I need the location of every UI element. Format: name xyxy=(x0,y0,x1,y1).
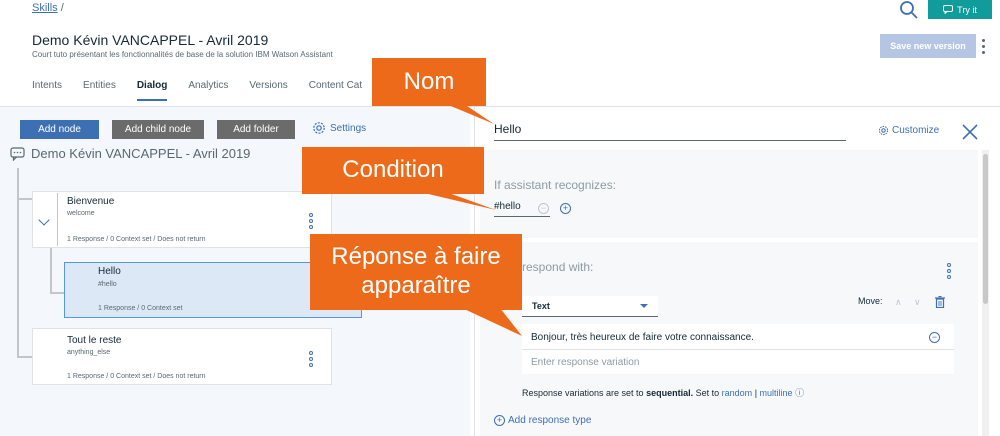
trash-icon[interactable] xyxy=(935,296,945,308)
move-label: Move: xyxy=(858,296,883,306)
close-editor-button[interactable] xyxy=(960,122,980,142)
tab-versions[interactable]: Versions xyxy=(249,80,287,101)
node-title: Bienvenue xyxy=(67,196,115,207)
add-folder-button[interactable]: Add folder xyxy=(217,120,295,139)
node-meta: 1 Response / 0 Context set xyxy=(98,305,183,312)
response-type-value: Text xyxy=(532,301,550,311)
breadcrumb-separator: / xyxy=(60,2,64,14)
condition-section xyxy=(480,150,978,238)
callout-nom: Nom xyxy=(372,58,486,106)
move-up-icon[interactable]: ∧ xyxy=(895,297,902,308)
node-condition: welcome xyxy=(67,210,95,217)
search-icon xyxy=(900,1,918,19)
gear-icon xyxy=(878,125,889,136)
add-icon: + xyxy=(494,415,505,426)
add-node-button[interactable]: Add node xyxy=(20,120,99,139)
settings-label: Settings xyxy=(330,122,367,134)
callout-reponse-line1: Réponse à faire xyxy=(331,243,501,271)
node-menu-icon[interactable] xyxy=(308,351,314,367)
node-meta: 1 Response / 0 Context set / Does not re… xyxy=(67,236,206,243)
info-icon[interactable]: ⓘ xyxy=(795,388,804,398)
skill-title: Demo Kévin VANCAPPEL - Avril 2019 xyxy=(10,146,250,161)
variation-note: Response variations are set to sequentia… xyxy=(522,386,804,399)
variation-random-link[interactable]: random xyxy=(722,388,753,398)
chat-icon xyxy=(943,5,954,14)
callout-reponse-line2: apparaître xyxy=(361,272,471,299)
node-condition: anything_else xyxy=(67,349,111,356)
node-title: Hello xyxy=(98,266,121,277)
add-condition-icon[interactable]: + xyxy=(560,203,571,214)
response-menu-icon[interactable] xyxy=(946,263,952,279)
node-name-input[interactable]: Hello xyxy=(494,121,846,141)
new-response-variation-input[interactable]: Enter response variation xyxy=(531,357,639,368)
response-variation-input[interactable]: Bonjour, très heureux de faire votre con… xyxy=(531,332,754,343)
tree-connector xyxy=(50,246,52,294)
callout-reponse: Réponse à faire apparaître xyxy=(310,234,522,310)
tree-connector xyxy=(17,168,19,358)
editor-scrollbar[interactable] xyxy=(982,150,989,436)
settings-button[interactable]: Settings xyxy=(312,121,366,135)
node-meta: 1 Response / 0 Context set / Does not re… xyxy=(67,373,206,380)
response-divider xyxy=(522,349,954,350)
move-down-icon[interactable]: ∨ xyxy=(914,297,921,308)
add-child-node-button[interactable]: Add child node xyxy=(112,120,204,139)
tab-bar: Intents Entities Dialog Analytics Versio… xyxy=(32,80,383,101)
condition-input[interactable]: #hello xyxy=(494,201,521,212)
tree-connector xyxy=(17,356,33,358)
remove-variation-icon[interactable]: − xyxy=(929,332,940,343)
tab-analytics[interactable]: Analytics xyxy=(188,80,228,101)
node-menu-icon[interactable] xyxy=(308,213,314,229)
overflow-menu-icon[interactable] xyxy=(978,36,988,56)
if-recognizes-label: If assistant recognizes: xyxy=(494,178,617,192)
condition-underline xyxy=(494,216,550,217)
save-new-version-button[interactable]: Save new version xyxy=(880,34,976,58)
add-response-type-label: Add response type xyxy=(508,415,592,426)
breadcrumb: Skills / xyxy=(32,2,64,14)
node-condition: #hello xyxy=(98,281,117,288)
tab-entities[interactable]: Entities xyxy=(83,80,116,101)
gear-icon xyxy=(313,122,325,134)
respond-with-label: respond with: xyxy=(522,260,594,274)
page-title: Demo Kévin VANCAPPEL - Avril 2019 xyxy=(32,32,269,48)
variation-note-prefix: Response variations are set to xyxy=(522,388,644,398)
variation-set-to: Set to xyxy=(695,388,720,398)
search-button[interactable] xyxy=(899,0,919,20)
page-description: Court tuto présentant les fonctionnalité… xyxy=(32,50,333,59)
response-type-select[interactable]: Text xyxy=(522,296,658,317)
remove-condition-icon[interactable]: − xyxy=(538,203,549,214)
caret-down-icon xyxy=(640,304,648,308)
callout-condition: Condition xyxy=(302,147,484,194)
variation-mode: sequential. xyxy=(646,388,694,398)
close-icon xyxy=(962,124,978,140)
add-response-type-button[interactable]: + Add response type xyxy=(494,415,591,426)
try-it-button[interactable]: Try it xyxy=(928,0,992,19)
tree-connector xyxy=(17,198,33,200)
tab-content-catalog[interactable]: Content Cat xyxy=(309,80,362,101)
breadcrumb-skills-link[interactable]: Skills xyxy=(32,2,58,14)
tree-connector xyxy=(50,292,64,294)
customize-button[interactable]: Customize xyxy=(878,125,939,136)
skill-title-text: Demo Kévin VANCAPPEL - Avril 2019 xyxy=(31,146,251,161)
tab-intents[interactable]: Intents xyxy=(32,80,62,101)
node-title: Tout le reste xyxy=(67,335,122,346)
variation-multiline-link[interactable]: multiline xyxy=(760,388,793,398)
chat-bubble-icon xyxy=(10,146,25,161)
try-it-label: Try it xyxy=(957,4,977,15)
customize-label: Customize xyxy=(892,125,940,136)
variation-separator: | xyxy=(754,388,758,398)
node-divider xyxy=(57,193,58,246)
tab-dialog[interactable]: Dialog xyxy=(136,80,168,101)
